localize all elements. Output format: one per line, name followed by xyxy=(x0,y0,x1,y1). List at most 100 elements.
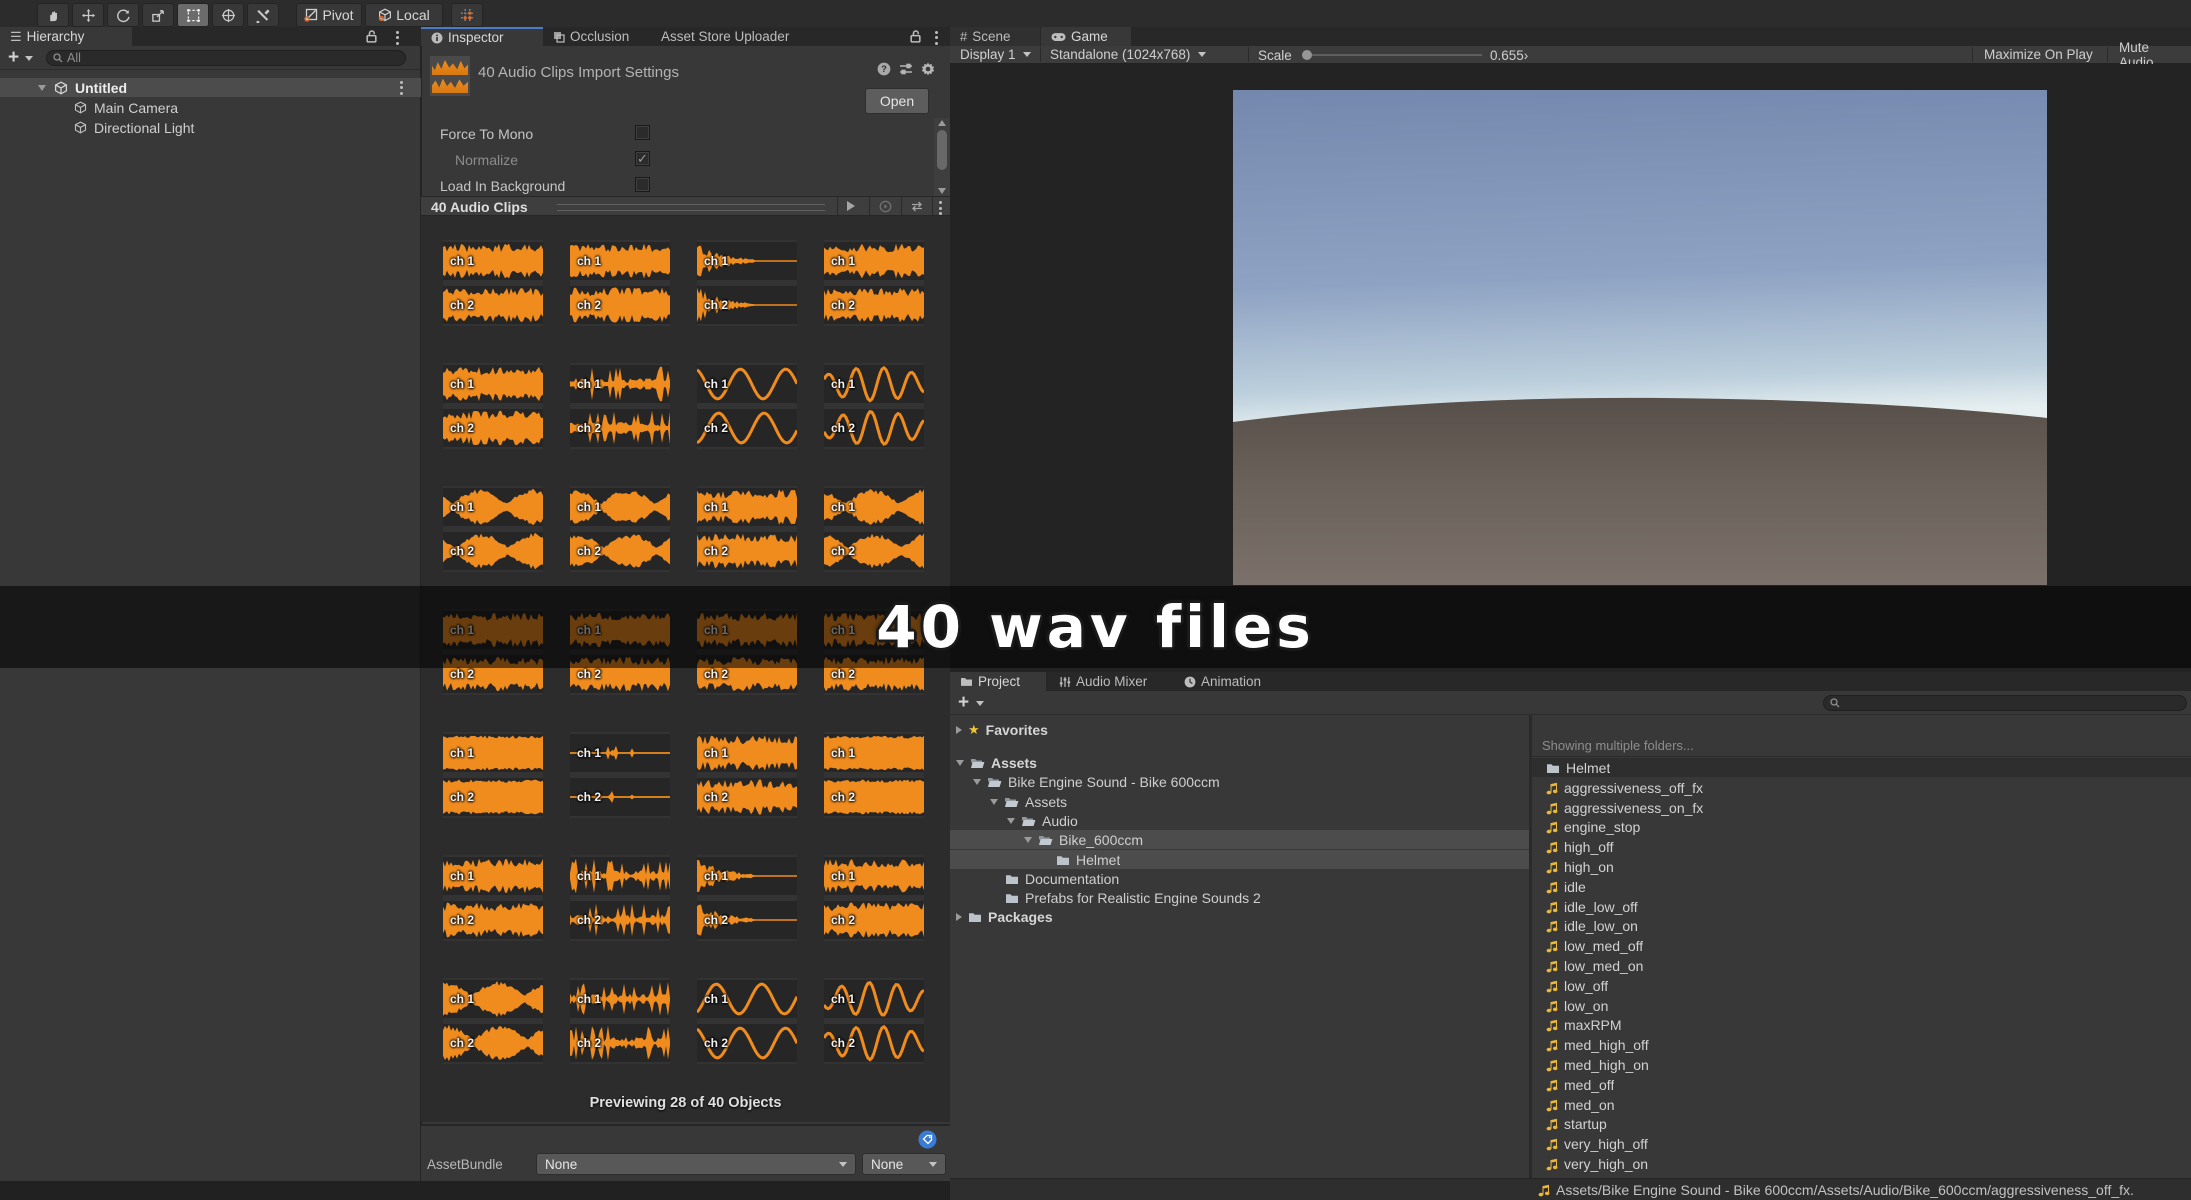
hierarchy-create-button[interactable]: + xyxy=(8,47,19,69)
tab-audio-mixer[interactable]: Audio Mixer xyxy=(1049,672,1171,691)
hierarchy-menu-kebab[interactable] xyxy=(396,30,399,45)
project-search-input[interactable] xyxy=(1823,695,2187,711)
audio-clip-tile[interactable]: ch 1 ch 2 xyxy=(443,732,543,818)
audio-clip-tile[interactable]: ch 1 ch 2 xyxy=(570,240,670,326)
foldout-open-icon[interactable] xyxy=(1007,817,1015,824)
project-tree-item[interactable]: Assets xyxy=(950,753,1529,772)
mute-audio-button[interactable]: Mute Audio xyxy=(2111,40,2191,70)
hierarchy-search-input[interactable]: All xyxy=(46,50,406,66)
tab-animation[interactable]: Animation xyxy=(1174,672,1284,691)
inspector-menu-kebab[interactable] xyxy=(935,30,938,45)
transform-tool-button[interactable] xyxy=(212,3,244,27)
project-file-item[interactable]: low_off xyxy=(1532,976,2191,995)
project-file-item[interactable]: low_med_on xyxy=(1532,956,2191,975)
audio-clip-tile[interactable]: ch 1 ch 2 xyxy=(824,363,924,449)
foldout-open-icon[interactable] xyxy=(1024,836,1032,843)
project-file-item[interactable]: med_high_off xyxy=(1532,1035,2191,1054)
project-file-item[interactable]: low_on xyxy=(1532,996,2191,1015)
rect-tool-button[interactable] xyxy=(177,3,209,27)
assetbundle-variant-dropdown[interactable]: None xyxy=(862,1153,946,1175)
play-icon[interactable] xyxy=(847,201,855,211)
foldout-open-icon[interactable] xyxy=(973,778,981,785)
project-file-item[interactable]: aggressiveness_on_fx xyxy=(1532,798,2191,817)
maximize-on-play-button[interactable]: Maximize On Play xyxy=(1976,46,2101,63)
audio-clip-tile[interactable]: ch 1 ch 2 xyxy=(697,855,797,941)
custom-tools-button[interactable] xyxy=(247,3,279,27)
project-tree-item[interactable]: Assets xyxy=(950,792,1529,811)
hand-tool-button[interactable] xyxy=(37,3,69,27)
scale-slider[interactable] xyxy=(1302,54,1482,56)
tab-scene[interactable]: # Scene xyxy=(950,27,1040,46)
project-file-item[interactable]: idle xyxy=(1532,877,2191,896)
project-tree-item[interactable]: Helmet xyxy=(950,850,1529,869)
preview-drag-handle[interactable] xyxy=(557,204,825,211)
help-icon[interactable]: ? xyxy=(877,62,891,76)
audio-clip-tile[interactable]: ch 1 ch 2 xyxy=(443,363,543,449)
inspector-scrollbar[interactable] xyxy=(934,118,950,196)
inspector-lock-icon[interactable] xyxy=(910,30,921,43)
foldout-open-icon[interactable] xyxy=(38,84,46,91)
audio-clip-tile[interactable]: ch 1 ch 2 xyxy=(824,486,924,572)
audio-clip-tile[interactable]: ch 1 ch 2 xyxy=(570,978,670,1064)
audio-clip-tile[interactable]: ch 1 ch 2 xyxy=(697,240,797,326)
tab-inspector[interactable]: Inspector xyxy=(421,27,543,46)
hierarchy-scene-row[interactable]: Untitled xyxy=(0,78,421,97)
tab-occlusion[interactable]: Occlusion xyxy=(543,27,651,46)
presets-icon[interactable] xyxy=(899,62,913,76)
loop-icon[interactable] xyxy=(910,200,924,213)
hierarchy-item-directional-light[interactable]: Directional Light xyxy=(0,118,421,137)
assetbundle-dropdown[interactable]: None xyxy=(536,1153,856,1175)
move-tool-button[interactable] xyxy=(72,3,104,27)
audio-clip-tile[interactable]: ch 1 ch 2 xyxy=(824,855,924,941)
local-toggle-button[interactable]: Local xyxy=(365,3,443,27)
audio-clip-tile[interactable]: ch 1 ch 2 xyxy=(570,363,670,449)
audio-clip-tile[interactable]: ch 1 ch 2 xyxy=(570,486,670,572)
display-dropdown[interactable]: Display 1 xyxy=(954,46,1037,63)
setting-checkbox[interactable] xyxy=(635,125,650,140)
audio-clip-tile[interactable]: ch 1 ch 2 xyxy=(570,855,670,941)
project-file-item[interactable]: startup xyxy=(1532,1114,2191,1133)
project-file-item[interactable]: med_high_on xyxy=(1532,1055,2191,1074)
audio-clip-tile[interactable]: ch 1 ch 2 xyxy=(824,240,924,326)
project-file-item[interactable]: engine_stop xyxy=(1532,817,2191,836)
assetbundle-tag-icon[interactable] xyxy=(918,1130,937,1149)
project-file-item[interactable]: aggressiveness_off_fx xyxy=(1532,778,2191,797)
project-file-item[interactable]: med_on xyxy=(1532,1095,2191,1114)
foldout-open-icon[interactable] xyxy=(956,759,964,766)
audio-clip-tile[interactable]: ch 1 ch 2 xyxy=(570,732,670,818)
project-tree-item[interactable]: Packages xyxy=(950,907,1529,926)
hierarchy-lock-icon[interactable] xyxy=(366,30,377,43)
tab-project[interactable]: Project xyxy=(950,672,1046,691)
rotate-tool-button[interactable] xyxy=(107,3,139,27)
project-file-item[interactable]: high_on xyxy=(1532,857,2191,876)
audio-clip-tile[interactable]: ch 1 ch 2 xyxy=(697,978,797,1064)
tab-hierarchy[interactable]: ☰ Hierarchy xyxy=(0,27,132,46)
scrollbar-thumb[interactable] xyxy=(937,130,947,170)
setting-checkbox[interactable]: ✓ xyxy=(635,151,650,166)
grid-snap-button[interactable] xyxy=(451,3,483,27)
audio-clip-tile[interactable]: ch 1 ch 2 xyxy=(824,732,924,818)
project-file-item[interactable]: Helmet xyxy=(1532,758,2191,777)
foldout-open-icon[interactable] xyxy=(990,798,998,805)
project-tree-item[interactable]: Audio xyxy=(950,811,1529,830)
scale-slider-knob[interactable] xyxy=(1302,50,1312,60)
hierarchy-create-dropdown-icon[interactable] xyxy=(25,56,33,61)
preview-menu-kebab[interactable] xyxy=(939,201,942,215)
foldout-closed-icon[interactable] xyxy=(956,725,962,734)
tab-game[interactable]: Game xyxy=(1041,27,1131,46)
auto-play-icon[interactable] xyxy=(879,200,892,213)
pivot-toggle-button[interactable]: Pivot xyxy=(296,3,362,27)
project-file-item[interactable]: med_off xyxy=(1532,1075,2191,1094)
project-tree-item[interactable]: Bike Engine Sound - Bike 600ccm xyxy=(950,772,1529,791)
audio-clip-tile[interactable]: ch 1 ch 2 xyxy=(443,240,543,326)
tab-asset-store-uploader[interactable]: Asset Store Uploader xyxy=(651,27,821,46)
project-file-item[interactable]: very_high_off xyxy=(1532,1134,2191,1153)
project-create-dropdown-icon[interactable] xyxy=(976,701,984,706)
hierarchy-item-main-camera[interactable]: Main Camera xyxy=(0,98,421,117)
project-tree-item[interactable]: Prefabs for Realistic Engine Sounds 2 xyxy=(950,888,1529,907)
audio-clip-tile[interactable]: ch 1 ch 2 xyxy=(697,486,797,572)
project-tree-item[interactable]: Bike_600ccm xyxy=(950,830,1529,849)
resolution-dropdown[interactable]: Standalone (1024x768) xyxy=(1044,46,1212,63)
foldout-closed-icon[interactable] xyxy=(956,912,962,921)
scene-menu-kebab[interactable] xyxy=(400,80,403,95)
